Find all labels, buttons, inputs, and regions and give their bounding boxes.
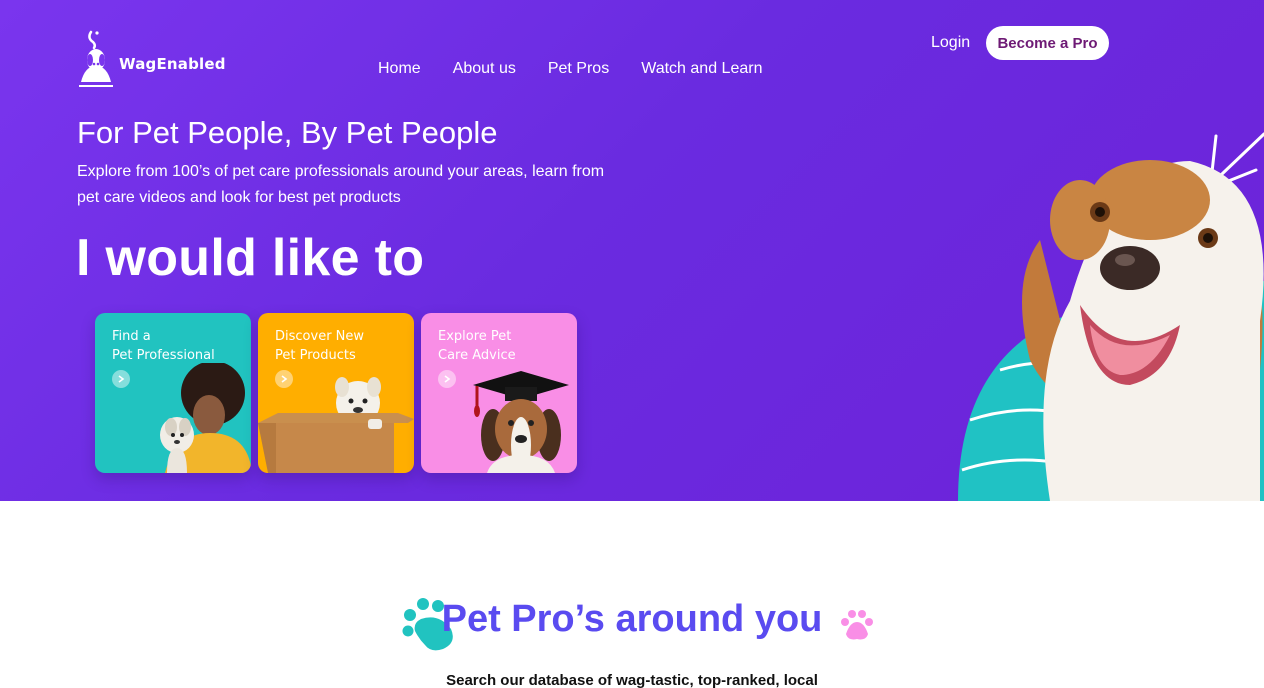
nav-watch-and-learn[interactable]: Watch and Learn bbox=[641, 60, 762, 78]
happy-dog-image bbox=[958, 132, 1264, 501]
section-title: Pet Pro’s around you bbox=[441, 598, 823, 640]
card-discover-pet-products[interactable]: Discover New Pet Products bbox=[258, 313, 414, 473]
card-explore-pet-care-advice[interactable]: Explore Pet Care Advice bbox=[421, 313, 577, 473]
paw-pink-icon bbox=[841, 610, 873, 640]
dog-in-box-image bbox=[258, 377, 414, 473]
hero-heading: I would like to bbox=[76, 229, 425, 287]
nav-pet-pros[interactable]: Pet Pros bbox=[548, 60, 609, 78]
hero-banner: WagEnabled Home About us Pet Pros Watch … bbox=[0, 0, 1264, 501]
nav-home[interactable]: Home bbox=[378, 60, 421, 78]
logo[interactable]: WagEnabled bbox=[77, 30, 226, 88]
login-link[interactable]: Login bbox=[931, 34, 970, 52]
become-a-pro-button[interactable]: Become a Pro bbox=[986, 26, 1109, 60]
section-subtitle: Search our database of wag-tastic, top-r… bbox=[446, 672, 818, 688]
logo-text: WagEnabled bbox=[119, 55, 226, 73]
hero-title: For Pet People, By Pet People bbox=[77, 115, 498, 150]
card-find-pet-professional[interactable]: Find a Pet Professional bbox=[95, 313, 251, 473]
card-label: Explore Pet Care Advice bbox=[438, 327, 558, 365]
card-label: Find a Pet Professional bbox=[112, 327, 232, 365]
card-label-line1: Find a bbox=[112, 329, 151, 344]
card-label-line1: Discover New bbox=[275, 329, 365, 344]
card-label-line1: Explore Pet bbox=[438, 329, 512, 344]
card-label: Discover New Pet Products bbox=[275, 327, 395, 365]
hero-subtitle: Explore from 100’s of pet care professio… bbox=[77, 163, 605, 206]
dog-logo-icon bbox=[79, 30, 113, 87]
woman-with-dog-image bbox=[160, 363, 251, 473]
main-nav: Home About us Pet Pros Watch and Learn bbox=[378, 60, 762, 78]
nav-about-us[interactable]: About us bbox=[453, 60, 516, 78]
beagle-graduation-image bbox=[473, 371, 569, 473]
